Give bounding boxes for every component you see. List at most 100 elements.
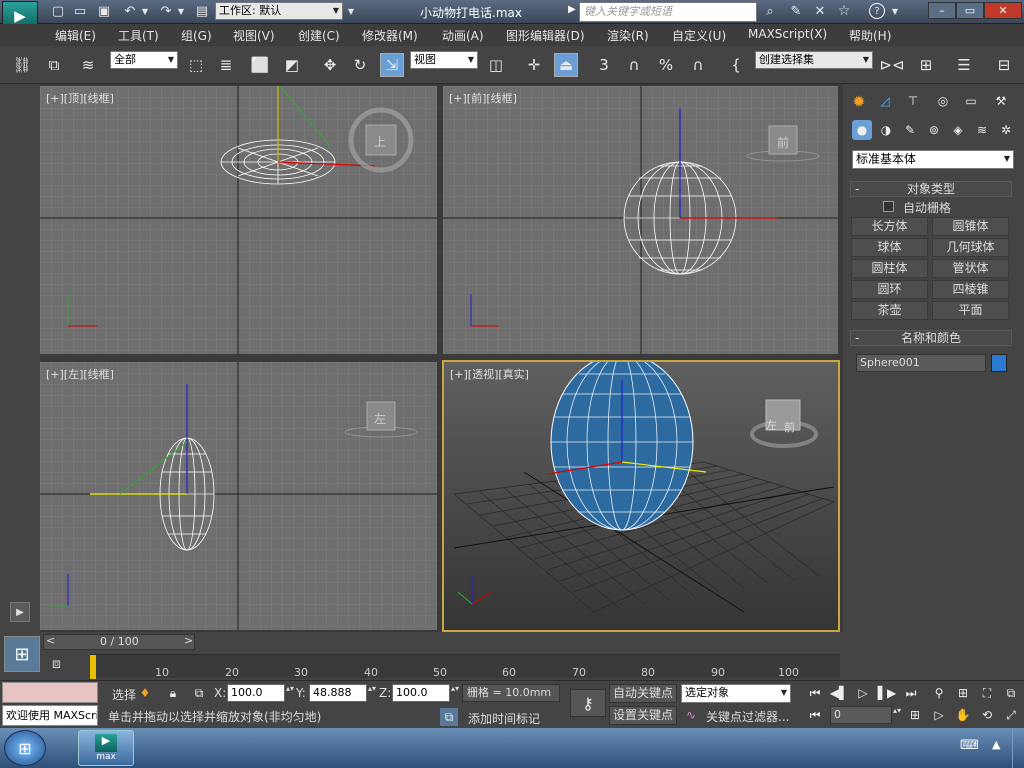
current-frame-marker[interactable] <box>90 655 96 679</box>
select-by-name-icon[interactable]: ≣ <box>214 53 238 77</box>
start-button[interactable]: ⊞ <box>4 730 46 766</box>
menu-customize[interactable]: 自定义(U) <box>672 27 726 44</box>
undo-dropdown-icon[interactable]: ▼ <box>140 0 150 22</box>
sphere-button[interactable]: 球体 <box>851 238 928 257</box>
undo-button[interactable]: ↶ <box>120 0 140 22</box>
pan-view-icon[interactable]: ✋ <box>954 706 972 724</box>
show-desktop-button[interactable] <box>1012 728 1024 768</box>
bind-to-space-warp-icon[interactable]: ≋ <box>76 53 100 77</box>
geometry-icon[interactable]: ● <box>852 120 872 140</box>
menu-modifiers[interactable]: 修改器(M) <box>362 27 418 44</box>
viewport-front[interactable]: [+][前][线框] 前 <box>443 86 838 354</box>
redo-button[interactable]: ↷ <box>156 0 176 22</box>
help-icon[interactable]: ? <box>866 0 888 22</box>
time-tag-icon[interactable]: ⧉ <box>440 708 458 726</box>
align-icon[interactable]: ⊞ <box>914 53 938 77</box>
previous-frame-icon[interactable]: ◀▌ <box>830 684 848 702</box>
y-spinner-icon[interactable]: ▴▾ <box>368 684 376 693</box>
maximize-button[interactable]: ▭ <box>956 2 984 19</box>
menu-animation[interactable]: 动画(A) <box>442 27 484 44</box>
front-viewcube-face[interactable]: 前 <box>777 134 789 151</box>
box-button[interactable]: 长方体 <box>851 217 928 236</box>
lights-icon[interactable]: ✎ <box>900 120 920 140</box>
close-button[interactable]: ✕ <box>984 2 1022 19</box>
maxscript-listener-mini[interactable] <box>2 682 98 703</box>
teapot-button[interactable]: 茶壶 <box>851 301 928 320</box>
time-slider[interactable]: < 0 / 100 > <box>43 634 195 650</box>
infocenter-expand-icon[interactable]: ▶ <box>568 4 576 15</box>
window-crossing-icon[interactable]: ◩ <box>280 53 304 77</box>
percent-snap-button[interactable]: % <box>654 53 678 77</box>
menu-views[interactable]: 视图(V) <box>233 27 275 44</box>
taskbar-3dsmax-button[interactable]: ▶ max <box>78 730 134 766</box>
viewport-perspective[interactable]: [+][透视][真实] 左 前 <box>442 360 840 632</box>
pivot-point-center-icon[interactable]: ◫ <box>484 53 508 77</box>
y-coord-input[interactable]: 48.888 <box>309 684 367 702</box>
new-file-button[interactable]: ▢ <box>48 0 68 22</box>
isolate-selection-icon[interactable]: ♦ <box>136 684 154 702</box>
torus-button[interactable]: 圆环 <box>851 280 928 299</box>
zoom-extents-icon[interactable]: ⛶ <box>978 684 996 702</box>
curve-editor-icon[interactable]: ⧈ <box>52 656 61 672</box>
cylinder-button[interactable]: 圆柱体 <box>851 259 928 278</box>
menu-group[interactable]: 组(G) <box>181 27 212 44</box>
keyboard-tray-icon[interactable]: ⌨ <box>960 738 979 753</box>
welcome-message[interactable]: 欢迎使用 MAXScri <box>2 705 98 726</box>
help-dropdown-icon[interactable]: ▼ <box>890 0 900 22</box>
menu-create[interactable]: 创建(C) <box>298 27 340 44</box>
geosphere-button[interactable]: 几何球体 <box>932 238 1009 257</box>
zoom-all-icon[interactable]: ⊞ <box>954 684 972 702</box>
absolute-relative-toggle-icon[interactable]: ⧉ <box>190 684 208 702</box>
perspective-viewport-label[interactable]: [+][透视][真实] <box>450 366 529 382</box>
key-mode-dropdown[interactable]: 选定对象 <box>681 684 791 703</box>
select-object-icon[interactable]: ⬚ <box>184 53 208 77</box>
z-coord-input[interactable]: 100.0 <box>392 684 450 702</box>
menu-graph-editors[interactable]: 图形编辑器(D) <box>506 27 585 44</box>
geometry-category-dropdown[interactable]: 标准基本体 <box>852 150 1014 169</box>
edit-named-selection-icon[interactable]: { <box>724 53 748 77</box>
track-bar[interactable]: 10 20 30 40 50 60 70 80 90 100 <box>90 654 840 679</box>
save-file-button[interactable]: ▣ <box>94 0 114 22</box>
spinner-snap-icon[interactable]: ∩ <box>686 53 710 77</box>
left-viewcube-face[interactable]: 左 <box>374 410 386 427</box>
set-key-button[interactable]: 设置关键点 <box>609 706 677 725</box>
utilities-tab-icon[interactable]: ⚒ <box>990 90 1012 112</box>
binoculars-icon[interactable]: ⌕ <box>760 0 780 22</box>
select-and-rotate-icon[interactable]: ↻ <box>348 53 372 77</box>
unlink-selection-icon[interactable]: ⧉ <box>42 53 66 77</box>
go-to-start-icon[interactable]: ⏮ <box>806 684 824 702</box>
perspective-viewcube-face-left[interactable]: 左 <box>766 417 777 433</box>
zoom-icon[interactable]: ⚲ <box>930 684 948 702</box>
menu-rendering[interactable]: 渲染(R) <box>607 27 649 44</box>
tray-expand-icon[interactable]: ▲ <box>992 738 1000 751</box>
named-selection-dropdown[interactable]: 创建选择集 <box>755 51 873 69</box>
tube-button[interactable]: 管状体 <box>932 259 1009 278</box>
keyboard-shortcut-override-icon[interactable]: ⏏ <box>554 53 578 77</box>
selection-filter-dropdown[interactable]: 全部 <box>110 51 178 69</box>
x-coord-input[interactable]: 100.0 <box>227 684 285 702</box>
maximize-viewport-icon[interactable]: ⤢ <box>1002 706 1020 724</box>
render-setup-icon[interactable]: ⊟ <box>992 53 1016 77</box>
time-configuration-icon[interactable]: ⊞ <box>906 706 924 724</box>
select-and-manipulate-icon[interactable]: ✛ <box>522 53 546 77</box>
front-viewport-label[interactable]: [+][前][线框] <box>449 90 517 106</box>
set-keys-key-icon[interactable]: ⚷ <box>570 689 606 717</box>
current-frame-input[interactable]: 0 <box>830 706 892 724</box>
reference-coordinate-dropdown[interactable]: 视图 <box>410 51 478 69</box>
modify-tab-icon[interactable]: ◿ <box>874 90 896 112</box>
name-and-color-rollout-header[interactable]: - 名称和颜色 <box>850 330 1012 346</box>
mirror-icon[interactable]: ⊳⊲ <box>879 53 904 77</box>
object-name-input[interactable]: Sphere001 <box>856 354 986 372</box>
expand-trackbar-button[interactable]: ▶ <box>10 602 30 622</box>
autogrid-checkbox[interactable] <box>883 201 894 212</box>
frame-spinner-icon[interactable]: ▴▾ <box>893 706 901 715</box>
workspace-dropdown[interactable]: 工作区: 默认 <box>215 2 343 20</box>
select-and-move-icon[interactable]: ✥ <box>318 53 342 77</box>
minimize-button[interactable]: – <box>928 2 956 19</box>
key-mode-toggle-icon[interactable]: ⏮ <box>806 706 824 724</box>
menu-tools[interactable]: 工具(T) <box>118 27 159 44</box>
object-color-swatch[interactable] <box>991 354 1007 372</box>
redo-dropdown-icon[interactable]: ▼ <box>176 0 186 22</box>
systems-icon[interactable]: ✲ <box>996 120 1016 140</box>
add-time-tag-label[interactable]: 添加时间标记 <box>468 710 540 727</box>
